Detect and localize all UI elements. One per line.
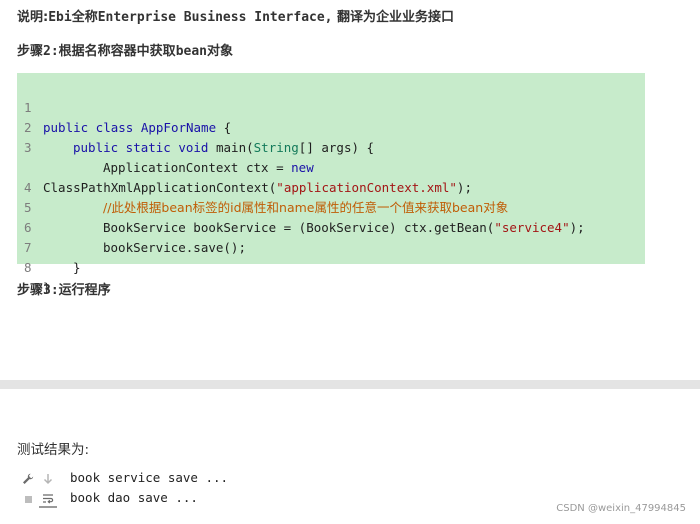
stop-icon[interactable] <box>19 490 37 508</box>
step2-prefix: 步骤 <box>17 44 44 59</box>
console-line: book dao save ... <box>70 490 198 505</box>
result-label: 测试结果为: <box>17 442 90 458</box>
code-line: 2 public static void main(String[] args)… <box>24 120 375 155</box>
note-prefix: 说明: <box>17 10 49 25</box>
note-line: 说明:Ebi全称Enterprise Business Interface, 翻… <box>17 6 454 25</box>
step2-num: 2: <box>43 44 59 59</box>
code-line: 5 BookService bookService = (BookService… <box>24 200 585 235</box>
code-line: 4 //此处根据bean标签的id属性和name属性的任意一个值来获取bean对… <box>17 158 508 215</box>
note-full-name-label: 全称 <box>71 10 98 25</box>
code-line: ClassPathXmlApplicationContext("applicat… <box>43 180 472 195</box>
code-line: 6 bookService.save(); <box>24 220 246 255</box>
code-comment: //此处根据bean标签的id属性和name属性的任意一个值来获取bean对象 <box>103 200 509 215</box>
step2-suffix: 对象 <box>207 44 234 59</box>
note-english: Enterprise Business Interface, <box>97 10 333 25</box>
note-ebi: Ebi <box>48 10 72 25</box>
watermark: CSDN @weixin_47994845 <box>556 503 686 514</box>
scroll-down-icon[interactable] <box>39 470 57 488</box>
console-line: book service save ... <box>70 470 229 485</box>
step2-heading: 步骤2:根据名称容器中获取bean对象 <box>17 40 233 59</box>
code-line: 1 public class AppForName { <box>24 100 232 135</box>
code-line: 8 } <box>24 260 51 295</box>
code-block: 1 public class AppForName { 2 public sta… <box>17 73 645 295</box>
code-line: 7 } <box>24 240 81 275</box>
note-translation: 翻译为企业业务接口 <box>332 10 455 25</box>
section-divider <box>0 380 700 389</box>
step3-prefix: 步骤 <box>17 283 44 298</box>
code-line: 3 ApplicationContext ctx = new <box>24 140 314 175</box>
line-number: 8 <box>24 260 32 275</box>
step3-heading: 步骤3:运行程序 <box>17 279 111 298</box>
step2-bean: bean <box>175 44 207 59</box>
step3-num: 3: <box>43 283 59 298</box>
wrench-icon[interactable] <box>19 470 37 488</box>
soft-wrap-icon[interactable] <box>39 490 57 508</box>
step3-text: 运行程序 <box>58 283 111 298</box>
console-toolbar <box>17 469 59 511</box>
step2-text: 根据名称容器中获取 <box>58 44 176 59</box>
